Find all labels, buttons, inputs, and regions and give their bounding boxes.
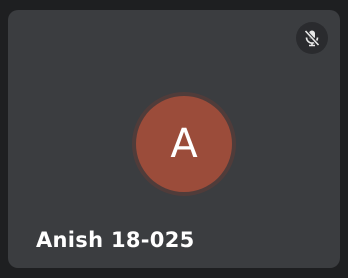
mute-indicator	[296, 22, 328, 54]
participant-tile[interactable]: A Anish 18-025	[8, 10, 340, 268]
microphone-off-icon	[302, 28, 322, 48]
participant-name: Anish 18-025	[36, 228, 195, 252]
avatar: A	[136, 96, 232, 192]
avatar-initial: A	[170, 121, 198, 167]
